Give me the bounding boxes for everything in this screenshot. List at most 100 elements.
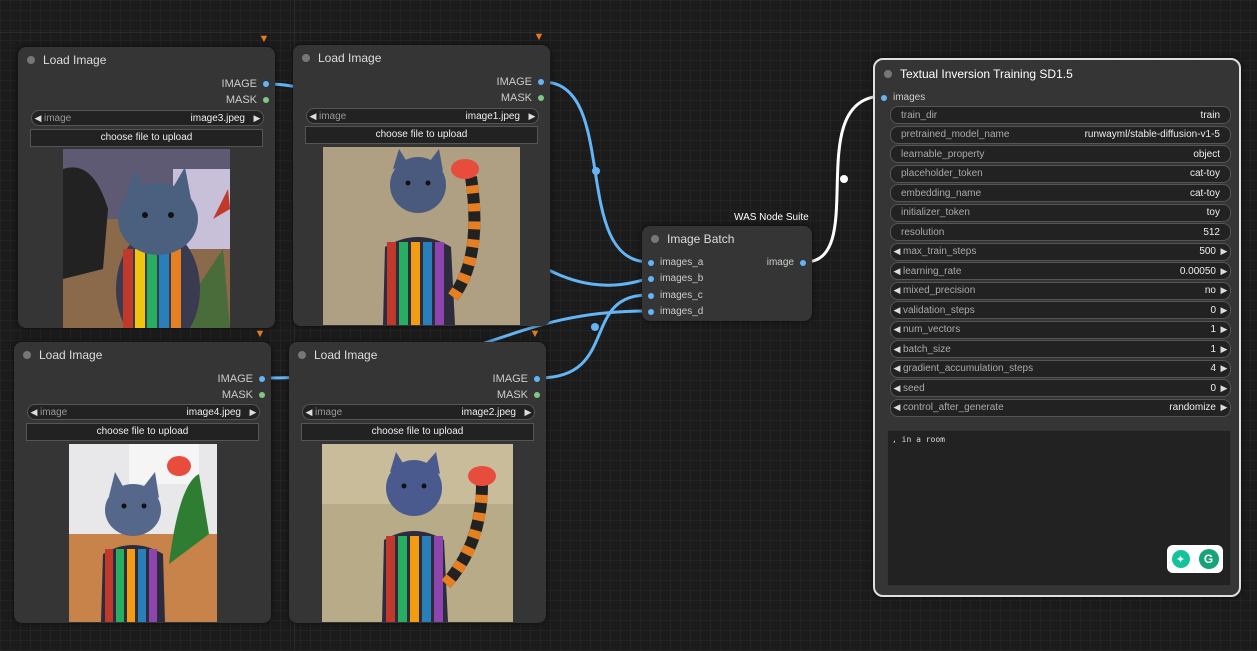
widget-resolution[interactable]: resolution 512 xyxy=(890,223,1231,241)
widget-embedding-name[interactable]: embedding_name cat-toy xyxy=(890,184,1231,202)
arrow-right-icon[interactable]: ▶ xyxy=(1218,344,1230,355)
arrow-left-icon[interactable]: ◀ xyxy=(891,344,903,355)
widget-seed[interactable]: ◀ seed 0 ▶ xyxy=(890,379,1231,397)
arrow-left-icon[interactable]: ◀ xyxy=(891,305,903,316)
output-image[interactable]: image xyxy=(767,257,806,268)
node-header[interactable]: Load Image xyxy=(14,342,271,368)
output-port-icon[interactable] xyxy=(800,259,806,266)
widget-mixed-precision[interactable]: ◀ mixed_precision no ▶ xyxy=(890,281,1231,300)
image-combo[interactable]: ◀ image image4.jpeg ▶ xyxy=(27,404,260,420)
output-mask[interactable]: MASK xyxy=(497,389,540,401)
arrow-left-icon[interactable]: ◀ xyxy=(891,324,903,335)
collapse-dot-icon[interactable] xyxy=(23,351,31,359)
widget-max-train-steps[interactable]: ◀ max_train_steps 500 ▶ xyxy=(890,242,1231,261)
arrow-right-icon[interactable]: ▶ xyxy=(1218,285,1230,296)
load-image-node[interactable]: ▼ Load Image IMAGE MASK ◀ image image2.jpe… xyxy=(289,328,546,623)
output-image[interactable]: IMAGE xyxy=(222,78,269,90)
output-port-icon[interactable] xyxy=(538,79,544,85)
arrow-right-icon[interactable]: ▶ xyxy=(1218,305,1230,316)
image-combo[interactable]: ◀ image image3.jpeg ▶ xyxy=(31,110,264,126)
arrow-right-icon[interactable]: ▶ xyxy=(1218,324,1230,335)
node-header[interactable]: Load Image xyxy=(18,47,275,73)
collapse-dot-icon[interactable] xyxy=(27,56,35,64)
widget-learnable-property[interactable]: learnable_property object xyxy=(890,145,1231,163)
widget-train-dir[interactable]: train_dir train xyxy=(890,106,1231,124)
widget-num-vectors[interactable]: ◀ num_vectors 1 ▶ xyxy=(890,320,1231,339)
upload-button[interactable]: choose file to upload xyxy=(301,423,534,441)
collapse-dot-icon[interactable] xyxy=(302,54,310,62)
arrow-left-icon[interactable]: ◀ xyxy=(891,383,903,394)
arrow-right-icon[interactable]: ▶ xyxy=(1218,246,1230,257)
output-port-icon[interactable] xyxy=(259,376,265,382)
arrow-right-icon[interactable]: ▶ xyxy=(251,113,263,124)
input-images[interactable]: images xyxy=(881,92,925,103)
widget-learning-rate[interactable]: ◀ learning_rate 0.00050 ▶ xyxy=(890,262,1231,280)
input-port-icon[interactable] xyxy=(648,292,654,299)
image-combo[interactable]: ◀ image image2.jpeg ▶ xyxy=(302,404,535,420)
output-port-icon[interactable] xyxy=(534,392,540,398)
widget-batch-size[interactable]: ◀ batch_size 1 ▶ xyxy=(890,340,1231,358)
image-batch-node[interactable]: Image Batch images_a images_b images_c i… xyxy=(642,226,812,321)
output-image[interactable]: IMAGE xyxy=(218,373,265,385)
arrow-right-icon[interactable]: ▶ xyxy=(1218,363,1230,374)
output-port-icon[interactable] xyxy=(259,392,265,398)
input-images-d[interactable]: images_d xyxy=(648,306,703,317)
arrow-left-icon[interactable]: ◀ xyxy=(307,111,319,122)
arrow-right-icon[interactable]: ▶ xyxy=(1218,383,1230,394)
grammarly-icon[interactable]: G xyxy=(1198,549,1219,569)
collapse-dot-icon[interactable] xyxy=(884,70,892,78)
arrow-right-icon[interactable]: ▶ xyxy=(1218,402,1230,413)
collapse-dot-icon[interactable] xyxy=(298,351,306,359)
node-header[interactable]: Image Batch xyxy=(642,226,812,252)
upload-button[interactable]: choose file to upload xyxy=(26,423,259,441)
output-mask[interactable]: MASK xyxy=(222,389,265,401)
output-image[interactable]: IMAGE xyxy=(493,373,540,385)
output-label: MASK xyxy=(221,389,253,401)
node-header[interactable]: Load Image xyxy=(289,342,546,368)
load-image-node[interactable]: ▼ Load Image IMAGE MASK ◀ image image1.jpe… xyxy=(293,31,550,326)
arrow-right-icon[interactable]: ▶ xyxy=(247,407,259,418)
assistant-buttons[interactable]: ✦ G xyxy=(1167,545,1223,573)
textual-inversion-node[interactable]: Textual Inversion Training SD1.5 images … xyxy=(873,58,1241,597)
arrow-left-icon[interactable]: ◀ xyxy=(891,402,903,413)
arrow-right-icon[interactable]: ▶ xyxy=(522,407,534,418)
lightbulb-icon[interactable]: ✦ xyxy=(1171,550,1190,568)
output-mask[interactable]: MASK xyxy=(501,92,544,104)
input-port-icon[interactable] xyxy=(648,308,654,315)
collapse-dot-icon[interactable] xyxy=(651,235,659,243)
widget-validation-steps[interactable]: ◀ validation_steps 0 ▶ xyxy=(890,301,1231,319)
arrow-left-icon[interactable]: ◀ xyxy=(891,246,903,257)
widget-control-after-generate[interactable]: ◀ control_after_generate randomize ▶ xyxy=(890,398,1231,417)
load-image-node[interactable]: ▼ Load Image IMAGE MASK ◀ image image3.jpe… xyxy=(18,33,275,328)
arrow-left-icon[interactable]: ◀ xyxy=(303,407,315,418)
arrow-left-icon[interactable]: ◀ xyxy=(32,113,44,124)
output-port-icon[interactable] xyxy=(263,97,269,103)
arrow-left-icon[interactable]: ◀ xyxy=(891,266,903,277)
arrow-right-icon[interactable]: ▶ xyxy=(526,111,538,122)
input-images-b[interactable]: images_b xyxy=(648,273,703,284)
output-port-icon[interactable] xyxy=(538,95,544,101)
input-port-icon[interactable] xyxy=(648,259,654,266)
input-images-a[interactable]: images_a xyxy=(648,257,703,268)
node-header[interactable]: Load Image xyxy=(293,45,550,71)
widget-placeholder-token[interactable]: placeholder_token cat-toy xyxy=(890,164,1231,183)
arrow-left-icon[interactable]: ◀ xyxy=(891,363,903,374)
node-header[interactable]: Textual Inversion Training SD1.5 xyxy=(875,60,1239,88)
input-port-icon[interactable] xyxy=(648,275,654,282)
output-port-icon[interactable] xyxy=(534,376,540,382)
arrow-right-icon[interactable]: ▶ xyxy=(1218,266,1230,277)
widget-initializer-token[interactable]: initializer_token toy xyxy=(890,203,1231,222)
output-mask[interactable]: MASK xyxy=(226,94,269,106)
load-image-node[interactable]: ▼ Load Image IMAGE MASK ◀ image image4.jpe… xyxy=(14,328,271,623)
input-images-c[interactable]: images_c xyxy=(648,290,703,301)
image-combo[interactable]: ◀ image image1.jpeg ▶ xyxy=(306,108,539,124)
upload-button[interactable]: choose file to upload xyxy=(305,126,538,144)
arrow-left-icon[interactable]: ◀ xyxy=(28,407,40,418)
widget-pretrained-model-name[interactable]: pretrained_model_name runwayml/stable-dif… xyxy=(890,125,1231,144)
input-port-icon[interactable] xyxy=(881,94,887,101)
output-port-icon[interactable] xyxy=(263,81,269,87)
upload-button[interactable]: choose file to upload xyxy=(30,129,263,147)
arrow-left-icon[interactable]: ◀ xyxy=(891,285,903,296)
output-image[interactable]: IMAGE xyxy=(497,76,544,88)
widget-gradient-accumulation-steps[interactable]: ◀ gradient_accumulation_steps 4 ▶ xyxy=(890,359,1231,378)
